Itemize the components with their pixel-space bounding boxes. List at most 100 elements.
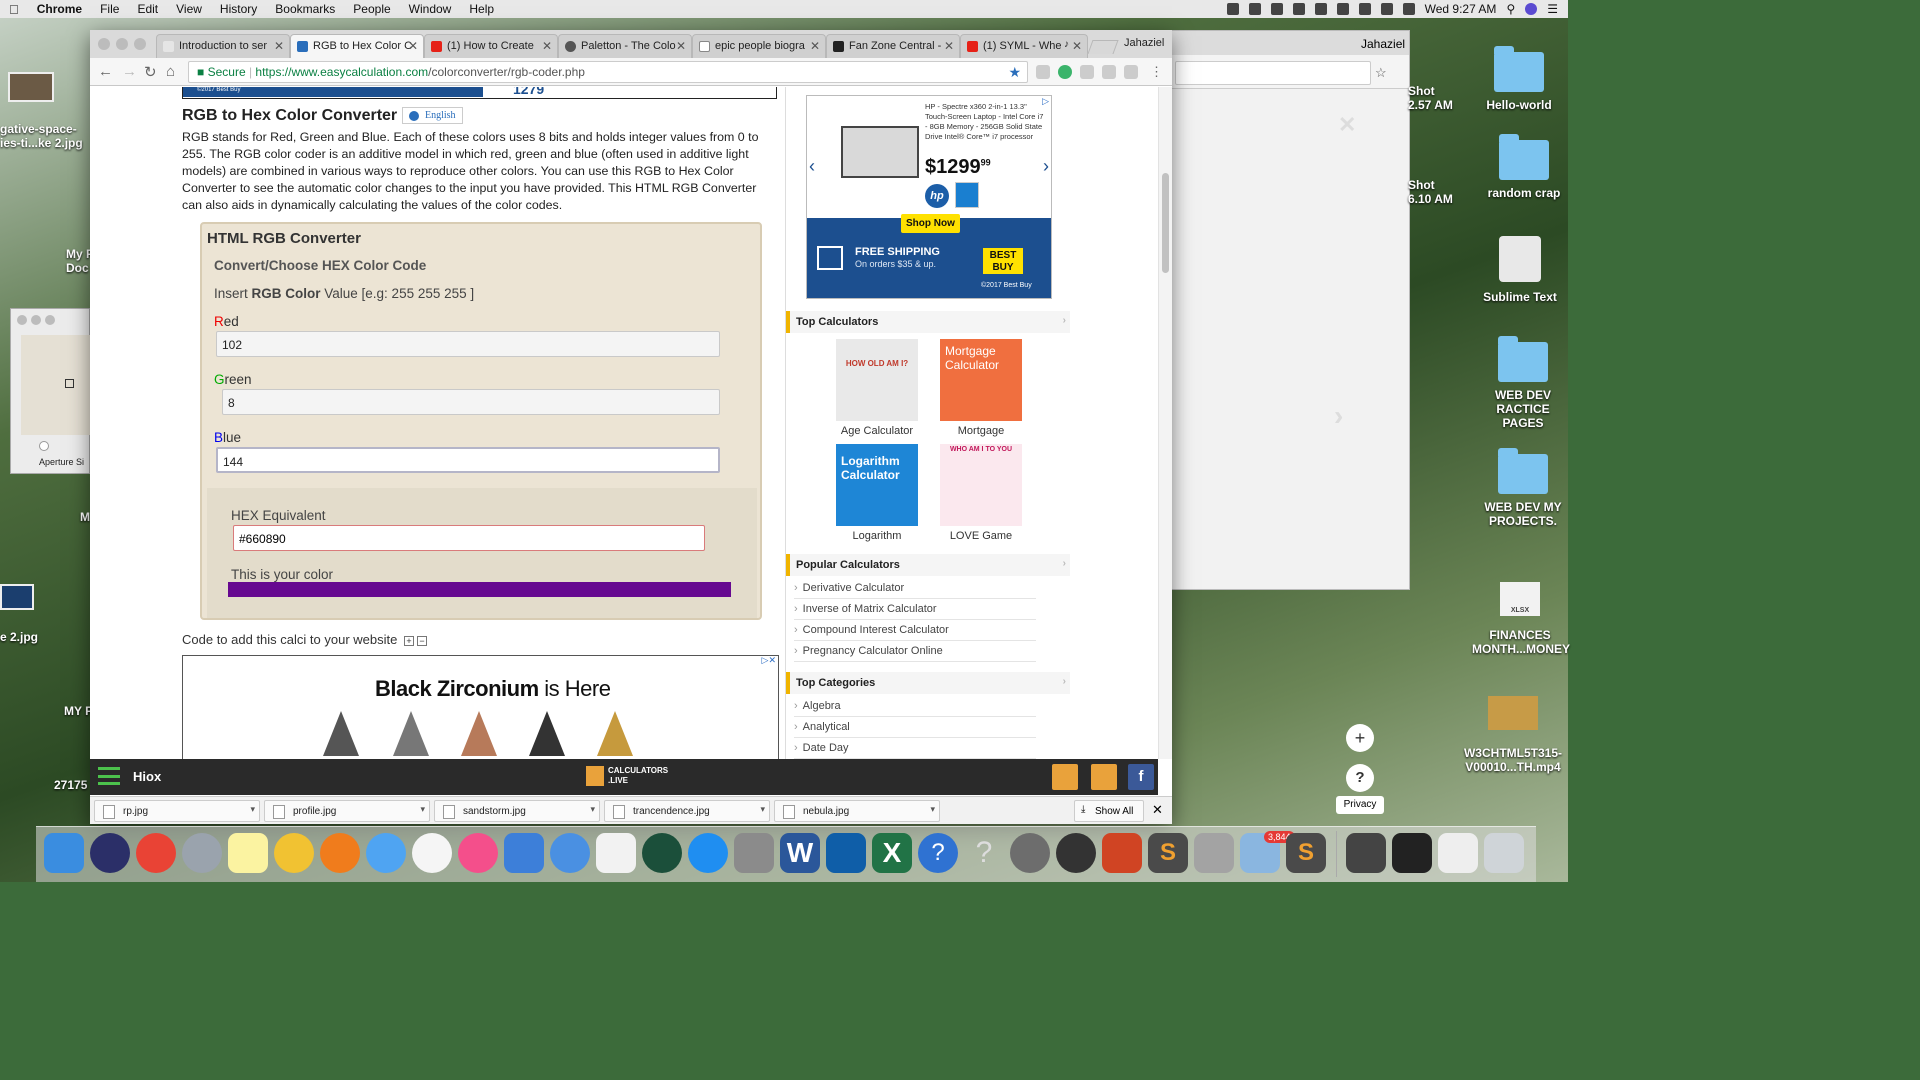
zoom-window-dot-icon[interactable] [134, 38, 146, 50]
new-tab-button[interactable] [1087, 40, 1119, 54]
calculator-icon[interactable] [734, 833, 774, 873]
menu-people[interactable]: People [344, 2, 399, 16]
time-machine-icon[interactable] [1292, 3, 1305, 15]
wifi-icon[interactable] [1336, 3, 1349, 15]
photos-icon[interactable] [412, 833, 452, 873]
blue-input[interactable]: 144 [216, 447, 720, 473]
time-machine-icon[interactable] [642, 833, 682, 873]
aperture-slider[interactable] [39, 441, 49, 451]
download-item[interactable]: rp.jpg ▾ [94, 800, 260, 822]
chevron-down-icon[interactable]: ▾ [250, 804, 255, 815]
menu-app-name[interactable]: Chrome [28, 2, 91, 16]
keychain-icon[interactable] [1194, 833, 1234, 873]
powerpoint-icon[interactable] [1102, 833, 1142, 873]
hex-output-field[interactable]: #660890 [233, 525, 705, 551]
notification-center-icon[interactable]: ☰ [1547, 2, 1558, 16]
audio-playing-icon[interactable]: ♪ [1064, 39, 1069, 50]
tab-youtube-how-to[interactable]: (1) How to Create ✕ [424, 34, 558, 58]
system-preferences-icon[interactable] [1010, 833, 1050, 873]
calc-thumb-age[interactable]: HOW OLD AM I? Age Calculator [836, 339, 918, 437]
status-icon[interactable] [1226, 3, 1239, 15]
desktop-folder-hello-world[interactable]: Hello-world [1484, 46, 1554, 112]
preview-window[interactable]: Aperture Si [10, 308, 101, 474]
address-bar[interactable]: ■ Secure | https://www.easycalculation.c… [188, 61, 1028, 83]
chevron-down-icon[interactable]: ▾ [420, 804, 425, 815]
category-link[interactable]: Date Day [794, 738, 1036, 759]
bookmark-star-icon[interactable]: ★ [1008, 64, 1021, 81]
menu-window[interactable]: Window [400, 2, 461, 16]
bluetooth-icon[interactable] [1314, 3, 1327, 15]
facebook-icon[interactable]: f [1128, 764, 1154, 790]
menu-view[interactable]: View [167, 2, 211, 16]
messages-icon[interactable] [366, 833, 406, 873]
popular-link[interactable]: Derivative Calculator [794, 578, 1036, 599]
language-selector[interactable]: English [402, 107, 463, 124]
tab-close-icon[interactable]: ✕ [810, 39, 820, 53]
itunes-icon[interactable] [458, 833, 498, 873]
app-icon[interactable] [550, 833, 590, 873]
word-icon[interactable]: W [780, 833, 820, 873]
scrollbar-thumb[interactable] [1162, 173, 1169, 273]
desktop-file-finances[interactable]: XLSX FINANCES MONTH...MONEY [1472, 582, 1570, 656]
document-icon[interactable] [1052, 764, 1078, 790]
desktop-folder-label[interactable]: MY P [64, 704, 93, 718]
screenshot-label[interactable]: Shot 2.57 AM [1408, 84, 1453, 112]
desktop-label[interactable]: M [80, 510, 90, 524]
menu-history[interactable]: History [211, 2, 266, 16]
desktop-image-thumb[interactable] [0, 584, 34, 610]
app-icon[interactable] [274, 833, 314, 873]
input-source-icon[interactable] [1402, 3, 1415, 15]
minimize-dot-icon[interactable] [31, 315, 41, 325]
extension-icon[interactable] [1080, 65, 1094, 79]
siri-icon[interactable] [1525, 3, 1538, 15]
back-arrow-icon[interactable]: ← [98, 63, 113, 80]
xcode-icon[interactable] [504, 833, 544, 873]
tab-epic-people[interactable]: epic people biogra ✕ [692, 34, 826, 58]
window-thumbnail-icon[interactable] [1346, 833, 1386, 873]
green-input[interactable]: 8 [222, 389, 720, 415]
volume-icon[interactable] [1380, 3, 1393, 15]
profile-name[interactable]: Jahaziel [1124, 37, 1164, 49]
calc-thumb-love-game[interactable]: WHO AM I TO YOU LOVE Game [940, 444, 1022, 542]
download-item[interactable]: nebula.jpg ▾ [774, 800, 940, 822]
tab-close-icon[interactable]: ✕ [944, 39, 954, 53]
trash-icon[interactable] [1484, 833, 1524, 873]
download-item[interactable]: sandstorm.jpg ▾ [434, 800, 600, 822]
calc-thumb-mortgage[interactable]: Mortgage Calculator Mortgage [940, 339, 1022, 437]
help-viewer-icon[interactable]: ? [918, 833, 958, 873]
download-item[interactable]: profile.jpg ▾ [264, 800, 430, 822]
document-thumbnail-icon[interactable] [1438, 833, 1478, 873]
close-window-dot-icon[interactable] [98, 38, 110, 50]
page-scrollbar[interactable] [1158, 87, 1172, 759]
category-link[interactable]: Analytical [794, 717, 1036, 738]
chevron-down-icon[interactable]: ▾ [930, 804, 935, 815]
collapse-icon[interactable]: − [416, 636, 427, 646]
intel-xdk-icon[interactable] [826, 833, 866, 873]
expand-icon[interactable]: + [403, 636, 414, 646]
tab-close-icon[interactable]: ✕ [274, 39, 284, 53]
desktop-image-thumb[interactable] [8, 72, 54, 102]
home-icon[interactable]: ⌂ [166, 63, 175, 80]
desktop-close-icon[interactable]: ✕ [1338, 112, 1356, 138]
tab-paletton[interactable]: Paletton - The Colo ✕ [558, 34, 692, 58]
calc-thumb-logarithm[interactable]: Logarithm Calculator Logarithm [836, 444, 918, 542]
terminal-icon[interactable] [1392, 833, 1432, 873]
notes-icon[interactable] [228, 833, 268, 873]
extension-icon[interactable] [1102, 65, 1116, 79]
grammarly-icon[interactable] [1058, 65, 1072, 79]
ad-prev-arrow-icon[interactable]: ‹ [809, 156, 815, 177]
bookmark-star-icon[interactable]: ☆ [1375, 65, 1387, 81]
safari-icon[interactable] [1056, 833, 1096, 873]
close-dot-icon[interactable] [17, 315, 27, 325]
siri-icon[interactable] [90, 833, 130, 873]
extension-icon[interactable] [1124, 65, 1138, 79]
popular-link[interactable]: Pregnancy Calculator Online [794, 641, 1036, 662]
tab-syml[interactable]: (1) SYML - Whe ♪ ✕ [960, 34, 1088, 58]
mail-icon[interactable] [1091, 764, 1117, 790]
finder-icon[interactable] [44, 833, 84, 873]
excel-icon[interactable]: X [872, 833, 912, 873]
popular-link[interactable]: Compound Interest Calculator [794, 620, 1036, 641]
unknown-app-icon[interactable]: ? [964, 833, 1004, 873]
close-shelf-icon[interactable]: ✕ [1152, 802, 1163, 818]
tab-close-icon[interactable]: ✕ [1072, 39, 1082, 53]
